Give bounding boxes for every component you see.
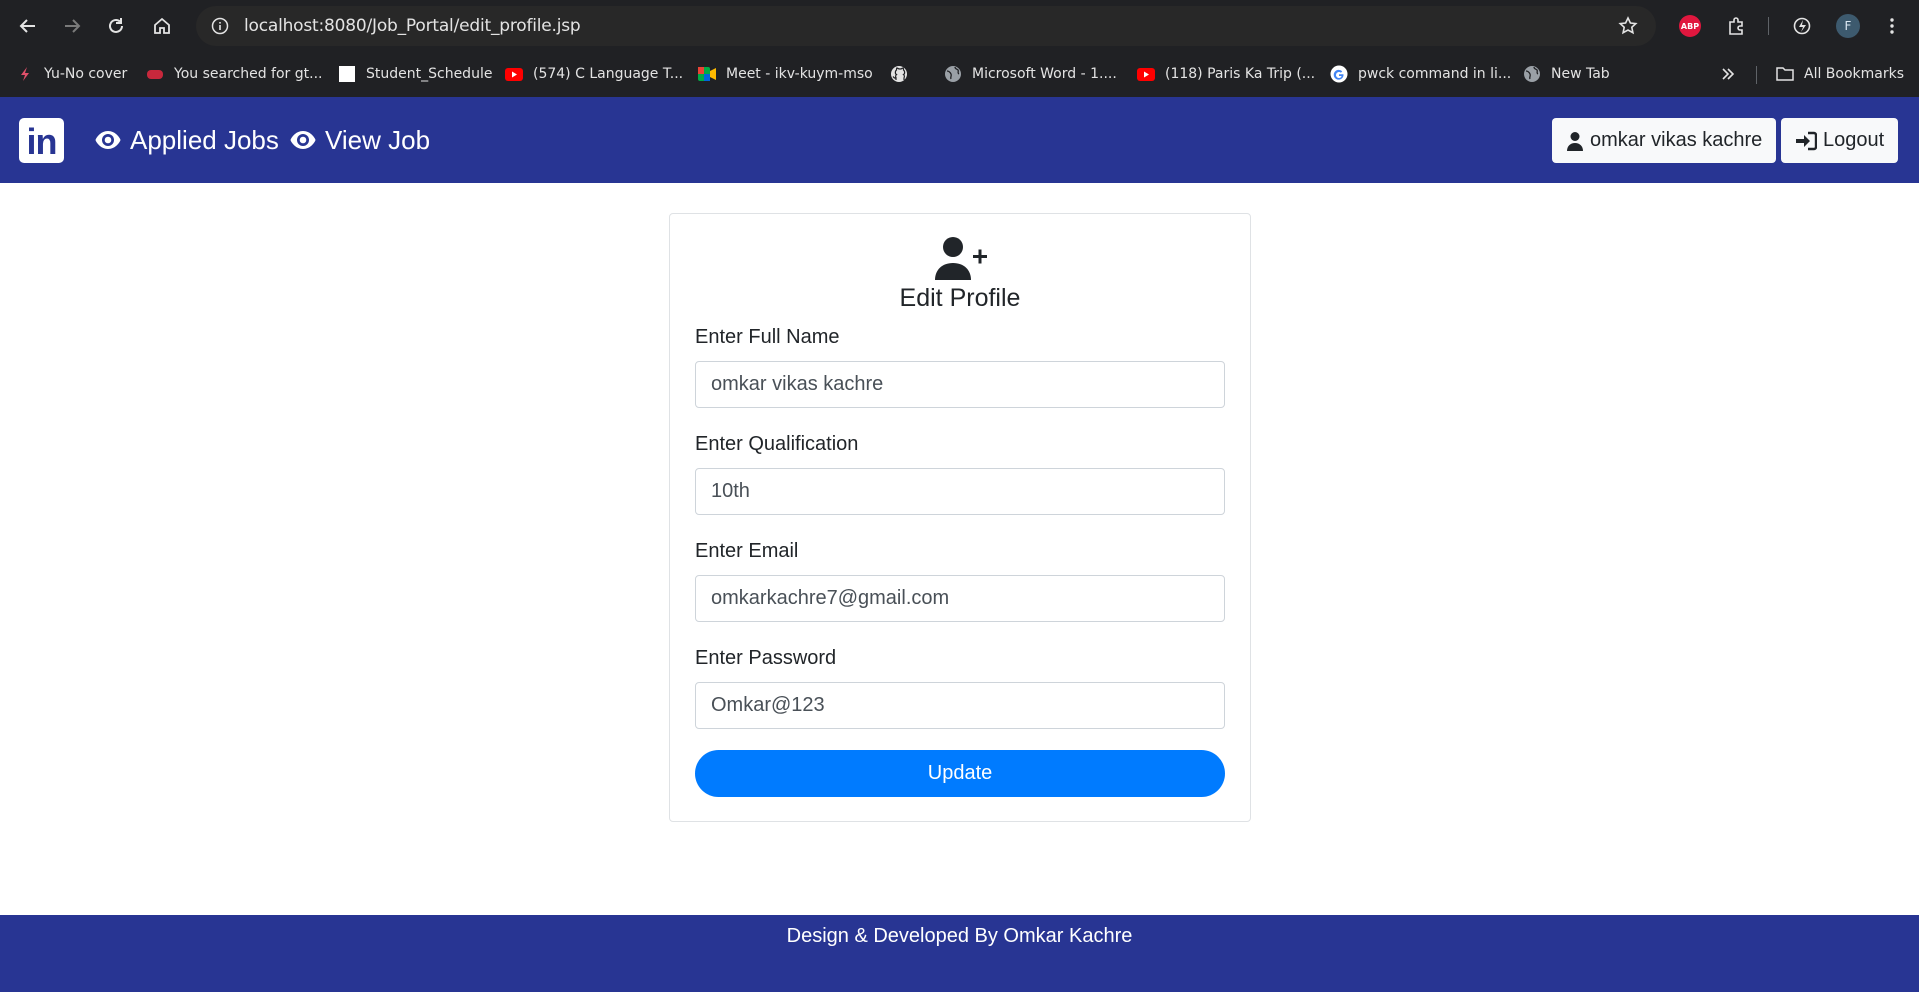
password-input[interactable] (695, 682, 1225, 729)
profile-button[interactable]: F (1832, 10, 1864, 42)
kebab-menu-icon (1890, 18, 1894, 34)
address-bar[interactable]: localhost:8080/Job_Portal/edit_profile.j… (196, 6, 1656, 46)
youtube-icon (1137, 65, 1155, 83)
logout-label: Logout (1823, 129, 1885, 151)
browser-toolbar: localhost:8080/Job_Portal/edit_profile.j… (0, 0, 1919, 52)
blank-page-favicon-icon (338, 65, 356, 83)
sign-in-icon (1796, 131, 1817, 150)
bookmark-label: You searched for gt... (174, 66, 323, 82)
all-bookmarks-button[interactable]: All Bookmarks (1776, 62, 1904, 86)
site-info-icon[interactable] (204, 10, 236, 42)
globe-icon (944, 65, 962, 83)
bookmark-item[interactable] (890, 62, 918, 86)
edit-profile-card: Edit Profile Enter Full Name Enter Quali… (669, 213, 1251, 822)
form-title: Edit Profile (899, 284, 1021, 312)
bookmark-label: Microsoft Word - 1.... (972, 66, 1117, 82)
nav-link-label: View Job (325, 124, 431, 155)
brand-text: in (26, 120, 58, 162)
toolbar-divider (1768, 17, 1769, 35)
bookmarks-overflow-chevron-icon[interactable] (1714, 62, 1742, 86)
speed-icon (1793, 17, 1811, 35)
folder-icon (1776, 65, 1794, 83)
performance-button[interactable] (1786, 10, 1818, 42)
globe-icon (1523, 65, 1541, 83)
qualification-input[interactable] (695, 468, 1225, 515)
home-button[interactable] (146, 10, 178, 42)
bookmark-item[interactable]: (118) Paris Ka Trip (... (1137, 62, 1315, 86)
eye-icon (290, 131, 316, 149)
puzzle-icon (1729, 17, 1743, 35)
bookmark-item[interactable]: You searched for gt... (146, 62, 322, 86)
qualification-label: Enter Qualification (695, 433, 859, 455)
bookmark-item[interactable]: Meet - ikv-kuym-mso (698, 62, 873, 86)
nav-link-label: Applied Jobs (130, 124, 279, 155)
bookmark-label: pwck command in li... (1358, 66, 1512, 82)
bookmark-item[interactable]: pwck command in li... (1330, 62, 1511, 86)
bookmark-label: Yu-No cover (44, 66, 128, 82)
bookmarks-divider (1756, 66, 1757, 84)
bookmark-label: (118) Paris Ka Trip (... (1165, 66, 1316, 82)
linkedin-logo[interactable]: in (19, 118, 64, 163)
reload-icon (109, 18, 123, 33)
footer-credit: Design & Developed By Omkar Kachre (786, 925, 1133, 947)
forward-arrow-icon (65, 19, 81, 33)
password-label: Enter Password (695, 647, 837, 669)
google-meet-icon (698, 65, 716, 83)
github-icon (890, 65, 908, 83)
home-icon (154, 17, 170, 34)
reload-button[interactable] (100, 10, 132, 42)
browser-chrome: localhost:8080/Job_Portal/edit_profile.j… (0, 0, 1919, 97)
site-navbar: in Applied Jobs View Job omkar vikas kac… (0, 97, 1919, 183)
bookmark-label: Meet - ikv-kuym-mso (726, 66, 873, 82)
game-favicon-icon (146, 65, 164, 83)
user-plus-icon (935, 237, 987, 280)
bookmark-label: New Tab (1551, 66, 1610, 82)
forward-button[interactable] (56, 10, 88, 42)
email-input[interactable] (695, 575, 1225, 622)
nav-view-job-link[interactable]: View Job (289, 123, 430, 157)
bookmark-item[interactable]: New Tab (1523, 62, 1610, 86)
bookmark-label: Student_Schedule (366, 66, 493, 82)
adblock-extension[interactable]: ABP (1674, 10, 1706, 42)
user-icon (1567, 131, 1583, 151)
extensions-button[interactable] (1720, 10, 1752, 42)
bookmarks-bar: Yu-No cover You searched for gt... Stude… (0, 52, 1919, 97)
nav-applied-jobs-link[interactable]: Applied Jobs (94, 123, 279, 157)
back-button[interactable] (12, 10, 44, 42)
all-bookmarks-label: All Bookmarks (1804, 66, 1905, 82)
youtube-icon (505, 65, 523, 83)
email-label: Enter Email (695, 540, 799, 562)
site-footer: Design & Developed By Omkar Kachre (0, 915, 1919, 992)
google-icon (1330, 65, 1348, 83)
browser-menu-button[interactable] (1876, 10, 1908, 42)
bookmark-item[interactable]: Student_Schedule (338, 62, 492, 86)
full-name-label: Enter Full Name (695, 326, 840, 348)
full-name-input[interactable] (695, 361, 1225, 408)
abp-icon: ABP (1679, 15, 1701, 37)
eye-icon (95, 131, 121, 149)
bookmark-star-icon[interactable] (1612, 10, 1644, 42)
url-text: localhost:8080/Job_Portal/edit_profile.j… (244, 16, 581, 36)
bookmark-favicon-icon (16, 65, 34, 83)
update-button[interactable]: Update (695, 750, 1225, 797)
profile-avatar: F (1836, 14, 1860, 38)
user-profile-button[interactable]: omkar vikas kachre (1552, 118, 1777, 163)
bookmark-label: (574) C Language T... (533, 66, 684, 82)
logout-button[interactable]: Logout (1781, 118, 1899, 163)
back-arrow-icon (19, 19, 35, 33)
bookmark-item[interactable]: Microsoft Word - 1.... (944, 62, 1117, 86)
user-name-label: omkar vikas kachre (1590, 129, 1763, 151)
bookmark-item[interactable]: (574) C Language T... (505, 62, 683, 86)
bookmark-item[interactable]: Yu-No cover (16, 62, 127, 86)
